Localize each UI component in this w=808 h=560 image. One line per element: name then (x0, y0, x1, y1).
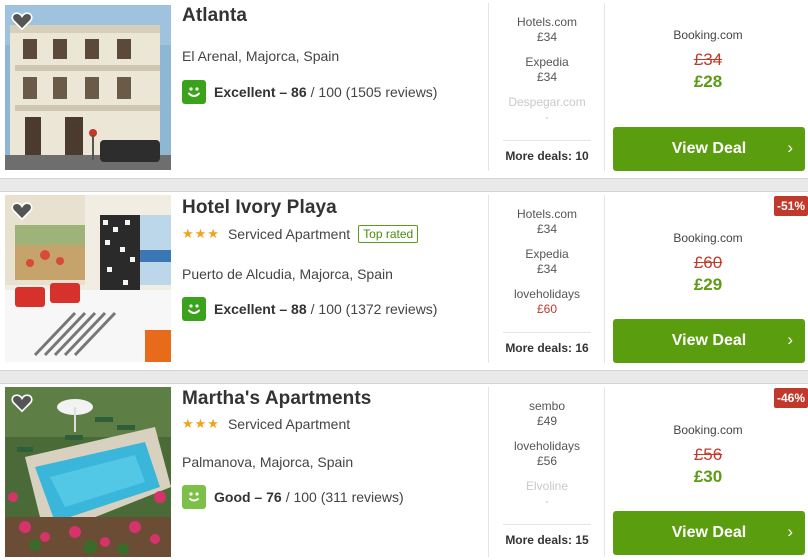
hotel-class-row: ★★★ Serviced Apartment Top rated (182, 225, 419, 243)
deal-item[interactable]: loveholidays £56 (489, 439, 605, 469)
new-price: £30 (693, 467, 723, 486)
rating-row: Excellent – 88 / 100 (1372 reviews) (182, 297, 437, 321)
offer-provider: Booking.com (673, 423, 743, 437)
rating-label: Good – 76 (214, 489, 282, 505)
deal-item[interactable]: Hotels.com £34 (489, 207, 605, 237)
discount-badge: -46% (774, 388, 808, 408)
more-deals-link[interactable]: More deals: 10 (503, 140, 591, 163)
deal-site: loveholidays (513, 439, 581, 453)
property-type: Serviced Apartment (227, 416, 351, 432)
main-offer: Booking.com £34 £28 (612, 28, 804, 92)
more-deals-link[interactable]: More deals: 16 (503, 332, 591, 355)
old-price: £56 (693, 445, 723, 464)
hotel-class-row: ★★★ Serviced Apartment (182, 416, 350, 432)
smiley-icon (182, 485, 206, 509)
deal-price: £49 (536, 414, 558, 428)
smiley-icon (182, 297, 206, 321)
other-deals: Hotels.com £34 Expedia £34 loveholidays … (488, 195, 605, 363)
deal-price: £34 (536, 222, 558, 236)
deal-price: £60 (536, 302, 558, 316)
deal-price: £34 (536, 70, 558, 84)
hotel-card: Hotel Ivory Playa ★★★ Serviced Apartment… (0, 192, 808, 370)
deal-site: Hotels.com (516, 15, 578, 29)
new-price: £28 (693, 72, 723, 91)
hotel-location: Palmanova, Majorca, Spain (182, 454, 354, 470)
deal-item[interactable]: Hotels.com £34 (489, 15, 605, 45)
deal-site: sembo (528, 399, 566, 413)
offer-provider: Booking.com (673, 28, 743, 42)
property-type: Serviced Apartment (227, 226, 351, 242)
card-divider (0, 370, 808, 384)
deal-price: - (545, 494, 549, 508)
deal-site: Expedia (525, 247, 569, 261)
deal-site: Despegar.com (508, 95, 586, 109)
main-offer: Booking.com £56 £30 (612, 423, 804, 487)
heart-icon[interactable] (11, 201, 33, 221)
deal-item[interactable]: Elvoline - (489, 479, 605, 509)
view-deal-label: View Deal (671, 524, 747, 541)
chevron-right-icon: › (787, 522, 793, 541)
hotel-card: Martha's Apartments ★★★ Serviced Apartme… (0, 384, 808, 560)
chevron-right-icon: › (787, 330, 793, 349)
deal-price: £34 (536, 30, 558, 44)
deal-item[interactable]: Expedia £34 (489, 55, 605, 85)
hotel-photo[interactable] (5, 387, 171, 557)
heart-icon[interactable] (11, 393, 33, 413)
deal-site: Hotels.com (516, 207, 578, 221)
old-price: £34 (693, 50, 723, 69)
rating-row: Good – 76 / 100 (311 reviews) (182, 485, 404, 509)
hotel-location: El Arenal, Majorca, Spain (182, 48, 340, 64)
rating-label: Excellent – 88 (214, 301, 307, 317)
deal-price: £56 (536, 454, 558, 468)
rating-detail: / 100 (1505 reviews) (310, 84, 438, 100)
hotel-card: Atlanta El Arenal, Majorca, Spain Excell… (0, 0, 808, 178)
hotel-name[interactable]: Martha's Apartments (182, 388, 371, 410)
rating-row: Excellent – 86 / 100 (1505 reviews) (182, 80, 437, 104)
hotel-name[interactable]: Hotel Ivory Playa (182, 197, 337, 219)
hotel-photo[interactable] (5, 195, 171, 362)
other-deals: sembo £49 loveholidays £56 Elvoline - Mo… (488, 387, 605, 557)
deal-item[interactable]: Expedia £34 (489, 247, 605, 277)
smiley-icon (182, 80, 206, 104)
new-price: £29 (693, 275, 723, 294)
more-deals-link[interactable]: More deals: 15 (503, 524, 591, 547)
discount-badge: -51% (774, 196, 808, 216)
view-deal-button[interactable]: View Deal › (613, 127, 805, 171)
star-rating-icon: ★★★ (182, 226, 220, 241)
heart-icon[interactable] (11, 11, 33, 31)
deal-site: Elvoline (525, 479, 569, 493)
view-deal-label: View Deal (671, 332, 747, 349)
hotel-location: Puerto de Alcudia, Majorca, Spain (182, 266, 393, 282)
deal-item[interactable]: sembo £49 (489, 399, 605, 429)
rating-detail: / 100 (1372 reviews) (310, 301, 438, 317)
hotel-name[interactable]: Atlanta (182, 5, 247, 27)
chevron-right-icon: › (787, 138, 793, 157)
view-deal-button[interactable]: View Deal › (613, 319, 805, 363)
top-rated-badge: Top rated (358, 225, 419, 243)
deal-site: loveholidays (513, 287, 581, 301)
rating-label: Excellent – 86 (214, 84, 307, 100)
offer-provider: Booking.com (673, 231, 743, 245)
deal-price: - (545, 110, 549, 124)
old-price: £60 (693, 253, 723, 272)
view-deal-label: View Deal (671, 140, 747, 157)
deal-price: £34 (536, 262, 558, 276)
hotel-photo[interactable] (5, 5, 171, 170)
star-rating-icon: ★★★ (182, 416, 220, 431)
deal-item[interactable]: Despegar.com - (489, 95, 605, 125)
other-deals: Hotels.com £34 Expedia £34 Despegar.com … (488, 3, 605, 171)
card-divider (0, 178, 808, 192)
rating-detail: / 100 (311 reviews) (285, 489, 404, 505)
deal-item[interactable]: loveholidays £60 (489, 287, 605, 317)
view-deal-button[interactable]: View Deal › (613, 511, 805, 555)
deal-site: Expedia (525, 55, 569, 69)
main-offer: Booking.com £60 £29 (612, 231, 804, 295)
